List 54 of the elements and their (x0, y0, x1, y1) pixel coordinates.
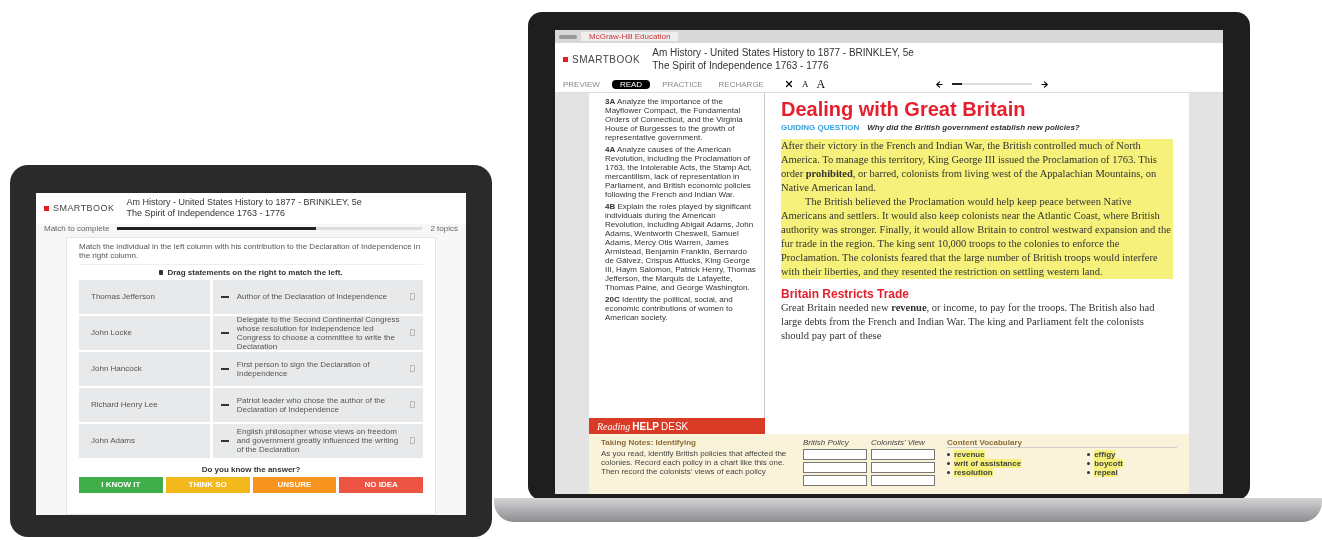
font-larger-button[interactable]: A (816, 79, 826, 89)
guiding-question-label: GUIDING QUESTION (781, 122, 860, 134)
book-title: Am History - United States History to 1877 - BRINKLEY, 5e (652, 47, 914, 60)
vocabulary-term: repeal (1094, 468, 1118, 477)
match-item: John Hancock (79, 351, 210, 386)
vocabulary-term: effigy (1094, 450, 1116, 459)
section-heading: Dealing with Great Britain (781, 97, 1027, 121)
confidence-question: Do you know the answer? (200, 464, 302, 474)
book-title: Am History - United States History to 1877 - BRINKLEY, 5e (126, 197, 362, 209)
vocabulary-term: boycott (1094, 459, 1123, 468)
notes-text: As you read, identify British policies that affected the colonies. Record each policy in a chart like this one. Then record the colonists' views of each policy (601, 449, 788, 476)
body-paragraph: Great Britain needed new revenue, or income, to pay for the troops. The British also had large debts from the French and Indian War. The king and Parliament felt the colonists should pay part of these (781, 301, 1156, 343)
banner-text: Reading (597, 421, 631, 431)
learning-objective: 4B Explain the roles played by significant individuals during the American Revolution, including Abigail Adams, John Adams, Wentworth Cheswell, Samuel Adams, Mercy Otis Warren, James Armistead, Benjamin Franklin, Bernardo de Gálvez, Crispus Attucks, King George III, Haym Salomon, Patrick Henry, Thomas Jefferson, the Marquis de Lafayette, Thomas Paine, and George Washington. (605, 202, 756, 292)
match-statement[interactable]: English philosopher whose views on freedom and government greatly influenced the writing of the Declaration (212, 423, 423, 458)
progress-caption: 2 topics (430, 223, 458, 233)
mode-tab[interactable]: PREVIEW (559, 79, 604, 89)
mode-tab[interactable]: PRACTICE (658, 79, 707, 89)
learning-objective: 20C Identify the political, social, and economic contributions of women to American society. (605, 295, 734, 322)
match-statement[interactable]: First person to sign the Declaration of Independence (212, 351, 423, 386)
body-paragraph: The British believed the Proclamation would help keep peace between Native Americans and settlers. It would also keep colonists near the Atlantic Coast, where British authority was stronger. Finally, it would allow Britain to control westward expansion and the fur trade in the region. The king sent 10,000 troops to the colonies to enforce the Proclamation. The colonists feared that the large number of British troops would interfere with their liberties, and they resented the restriction on settling western land. (781, 195, 1173, 279)
chapter-title: The Spirit of Independence 1763 - 1776 (652, 59, 830, 72)
banner-text: DESK (661, 421, 689, 431)
vocabulary-term: revenue (954, 450, 985, 459)
vocabulary-term: writ of assistance (954, 459, 1022, 468)
vocabulary-term: resolution (954, 468, 993, 477)
browser-tab[interactable]: McGraw-Hill Education (581, 32, 679, 41)
match-statement[interactable]: Patriot leader who chose the author of the Declaration of Independence (212, 387, 423, 422)
chapter-title: The Spirit of Independence 1763 - 1776 (126, 208, 287, 220)
drag-instruction: Drag statements on the right to match the left. (167, 267, 343, 277)
smartbook-logo: SMARTBOOK (53, 203, 115, 213)
match-item: John Locke (79, 315, 210, 350)
match-item: John Adams (79, 423, 210, 458)
guiding-question: Why did the British government establish new policies? (867, 122, 1080, 134)
vocabulary-title: Content Vocabulary (947, 438, 1177, 448)
subsection-heading: Britain Restricts Trade (781, 287, 911, 301)
font-smaller-button[interactable]: A (801, 79, 809, 89)
body-paragraph: After their victory in the French and Indian War, the British controlled much of North America. To manage this territory, King George III issued the Proclamation of 1763. This order prohibited, or barred, colonists from living west of the Appalachian Mountains, on Native American land. (781, 139, 1173, 195)
learning-objective: 4A Analyze causes of the American Revolution, including the Proclamation of 1763, the Intolerable Acts, the Stamp Act, mercantilism, lack of representation in Parliament, and British economic policies following the French and Indian War. (605, 145, 753, 199)
learning-objective: 3A Analyze the importance of the Mayflower Compact, the Fundamental Orders of Connecticut, and the Virginia House of Burgesses to the growth of representative government. (605, 97, 744, 142)
confidence-button[interactable]: NO IDEA (339, 476, 423, 493)
match-item: Richard Henry Lee (79, 387, 210, 422)
match-statement[interactable]: Delegate to the Second Continental Congress whose resolution for independence led Congress to choose a committee to write the Declaration (212, 315, 423, 350)
banner-text: HELP (632, 421, 659, 431)
question-prompt: Match the individual in the left column with his contribution to the Declaration of Independence in the right column. (79, 241, 423, 265)
mode-tab[interactable]: READ (611, 79, 651, 89)
smartbook-logo: SMARTBOOK (572, 53, 641, 66)
match-statement[interactable]: Author of the Declaration of Independence (212, 279, 423, 314)
chart-column-label: British Policy (803, 438, 850, 447)
progress-label: Match to complete (44, 223, 110, 233)
match-item: Thomas Jefferson (79, 279, 210, 314)
chart-column-label: Colonists' View (871, 438, 926, 447)
mode-tab[interactable]: RECHARGE (714, 79, 768, 89)
notes-title: Taking Notes: Identifying (601, 438, 697, 447)
